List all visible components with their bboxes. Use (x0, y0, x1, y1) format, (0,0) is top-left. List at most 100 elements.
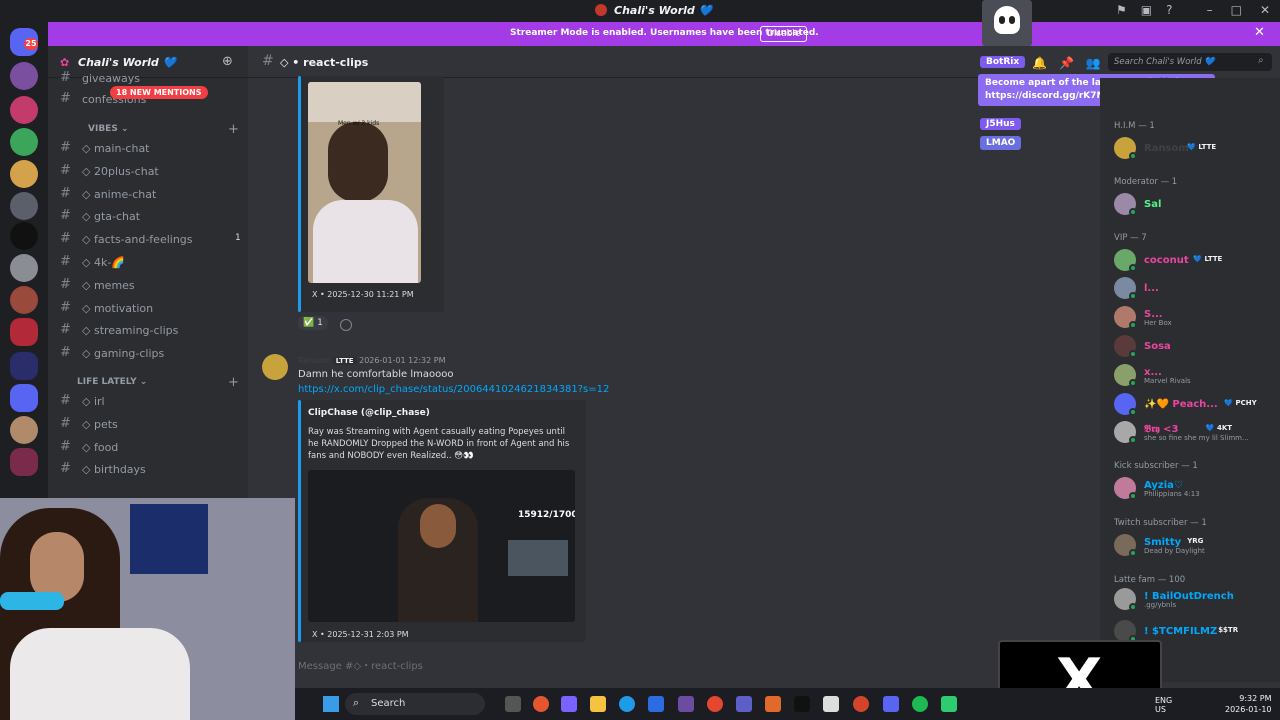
server-icon[interactable] (10, 96, 38, 124)
search-input[interactable]: Search Chali's World 💙 ⌕ (1108, 53, 1272, 71)
member-item[interactable]: coconut 💙 LTTE (1114, 247, 1274, 273)
category-life-lately[interactable]: LIFE LATELY ⌄ + (60, 375, 239, 390)
app-icon[interactable] (853, 696, 869, 712)
members-icon[interactable]: 👥 (1086, 56, 1101, 70)
channel-item[interactable]: # ◇ gta-chat (60, 206, 240, 226)
channel-item[interactable]: # ◇ facts-and-feelings 1 (60, 229, 241, 249)
tiktok-icon[interactable] (794, 696, 810, 712)
inbox-icon[interactable]: ⚑ (1116, 3, 1127, 17)
channel-item[interactable]: # ◇ food (60, 437, 240, 457)
folder-icon[interactable] (590, 696, 606, 712)
app-icon[interactable] (505, 696, 521, 712)
app-icon[interactable] (765, 696, 781, 712)
video-counter: 15912/17000 (518, 510, 575, 520)
server-icon[interactable] (10, 286, 38, 314)
server-icon[interactable] (10, 384, 38, 412)
add-channel-icon[interactable]: + (228, 122, 239, 137)
app-icon[interactable] (533, 696, 549, 712)
hash-icon: # (60, 322, 71, 338)
reaction-chip[interactable]: ✅ 1 (298, 316, 328, 330)
member-item[interactable]: 𝕭𝖗𝖞 <3 💙 4KT she so fine she my lil Slimm.… (1114, 419, 1274, 445)
app-icon[interactable] (941, 696, 957, 712)
close-icon[interactable]: ✕ (1254, 25, 1265, 40)
webcam-overlay (0, 498, 295, 720)
embed-image[interactable]: Men w/ 3 kids (308, 82, 421, 283)
avatar[interactable] (262, 354, 288, 380)
language-indicator[interactable]: ENG US (1155, 696, 1172, 714)
help-icon[interactable]: ? (1166, 3, 1172, 17)
server-icon[interactable] (10, 160, 38, 188)
server-icon[interactable] (10, 448, 38, 476)
member-item[interactable]: ✨🧡 Peach... 💙 PCHY (1114, 391, 1274, 417)
bell-icon[interactable]: 🔔 (1032, 56, 1047, 70)
system-clock[interactable]: 9:32 PM 2026-01-10 (1225, 693, 1272, 715)
image-caption: Men w/ 3 kids (338, 120, 380, 127)
member-status: Her Box (1144, 319, 1172, 327)
app-icon[interactable] (678, 696, 694, 712)
new-mentions-badge[interactable]: 18 NEW MENTIONS (110, 86, 208, 99)
add-channel-icon[interactable]: + (228, 375, 239, 390)
server-icon[interactable] (10, 62, 38, 90)
channel-item[interactable]: # giveaways (60, 68, 240, 88)
server-icon[interactable] (10, 254, 38, 282)
embed-author[interactable]: ClipChase (@clip_chase) (308, 408, 430, 418)
category-vibes[interactable]: VIBES ⌄ + (60, 122, 239, 137)
hash-icon: # (60, 461, 71, 477)
chrome-icon[interactable] (707, 696, 723, 712)
role-header: Latte fam — 100 (1114, 575, 1186, 585)
member-item[interactable]: Ayzia♡ Philippians 4:13 (1114, 475, 1274, 501)
member-item[interactable]: Sal (1114, 191, 1274, 217)
server-icon[interactable] (10, 318, 38, 346)
channel-item[interactable]: # ◇ 4k-🌈 (60, 252, 240, 272)
message-composer[interactable]: Message #◇・react-clips (290, 650, 990, 676)
member-item[interactable]: l... (1114, 275, 1274, 301)
minimize-icon[interactable]: – (1207, 3, 1213, 17)
app-icon[interactable] (561, 696, 577, 712)
close-window-icon[interactable]: ✕ (1260, 3, 1270, 17)
channel-name: ◇ • react-clips (280, 56, 369, 69)
member-item[interactable]: Sosa (1114, 333, 1274, 359)
channel-item[interactable]: # ◇ pets (60, 414, 240, 434)
taskbar-search[interactable]: ⌕ Search (345, 693, 485, 715)
app-icon[interactable] (823, 696, 839, 712)
server-icon[interactable] (10, 128, 38, 156)
embed-video[interactable]: 15912/17000 (308, 470, 575, 622)
server-icon[interactable] (10, 192, 38, 220)
channel-item[interactable]: # ◇ gaming-clips (60, 343, 240, 363)
username[interactable]: Ransom (298, 356, 330, 365)
member-item[interactable]: Smitty YRG Dead by Daylight (1114, 532, 1274, 558)
channel-item[interactable]: # ◇ memes (60, 275, 240, 295)
member-tag: $$TR (1218, 626, 1239, 634)
discord-icon[interactable] (883, 696, 899, 712)
server-icon[interactable] (10, 416, 38, 444)
app-icon[interactable] (648, 696, 664, 712)
server-icon[interactable] (10, 352, 38, 380)
teams-icon[interactable] (736, 696, 752, 712)
maximize-icon[interactable]: □ (1231, 3, 1242, 17)
server-icon[interactable] (10, 222, 38, 250)
notification-badge: 25 (24, 38, 38, 50)
member-name: Sosa (1144, 341, 1171, 352)
channel-item[interactable]: # ◇ anime-chat (60, 184, 240, 204)
message-link[interactable]: https://x.com/clip_chase/status/20064410… (298, 384, 609, 395)
spotify-icon[interactable] (912, 696, 928, 712)
member-item[interactable]: ! BailOutDrench .gg/ybnls (1114, 586, 1274, 612)
channel-item[interactable]: # ◇ streaming-clips (60, 320, 240, 340)
channel-item[interactable]: # ◇ irl (60, 391, 240, 411)
invite-icon[interactable]: ⊕ (222, 54, 233, 69)
channel-item[interactable]: # ◇ motivation (60, 298, 240, 318)
member-item[interactable]: Ransom 💙 LTTE (1114, 135, 1274, 161)
pin-icon[interactable]: 📌 (1059, 56, 1074, 70)
status-dot (1129, 436, 1137, 444)
screen-icon[interactable]: ▣ (1141, 3, 1152, 17)
channel-item[interactable]: # ◇ 20plus-chat (60, 161, 240, 181)
channel-item[interactable]: # ◇ birthdays (60, 459, 240, 479)
windows-start-icon[interactable] (323, 696, 339, 712)
member-item[interactable]: S... Her Box (1114, 304, 1274, 330)
channel-item[interactable]: # ◇ main-chat (60, 138, 240, 158)
edge-icon[interactable] (619, 696, 635, 712)
microphone (0, 592, 64, 610)
disable-button[interactable]: Disable (760, 26, 808, 42)
add-reaction-icon[interactable] (340, 319, 352, 331)
member-item[interactable]: x... Marvel Rivals (1114, 362, 1274, 388)
